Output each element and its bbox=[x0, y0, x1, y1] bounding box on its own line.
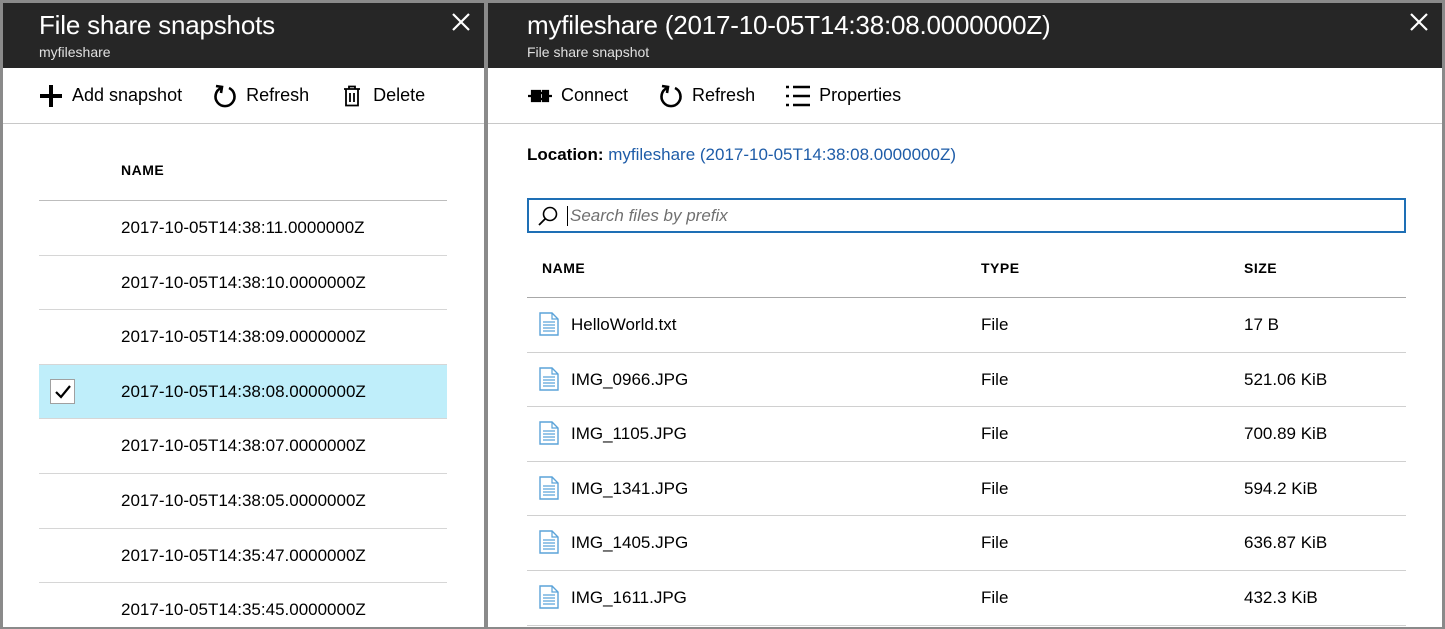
snapshot-name: 2017-10-05T14:38:11.0000000Z bbox=[121, 218, 365, 237]
checkmark-icon bbox=[55, 385, 71, 399]
table-row[interactable]: IMG_1611.JPG File 432.3 KiB bbox=[527, 571, 1406, 626]
plug-icon bbox=[527, 83, 553, 109]
blade-header: myfileshare (2017-10-05T14:38:08.0000000… bbox=[488, 3, 1442, 68]
file-type: File bbox=[981, 478, 1009, 498]
blade-title: myfileshare (2017-10-05T14:38:08.0000000… bbox=[527, 10, 1051, 40]
table-row[interactable]: IMG_1405.JPG File 636.87 KiB bbox=[527, 516, 1406, 571]
file-table: NAME TYPE SIZE HelloWorld.txt File 17 B IMG… bbox=[527, 235, 1406, 626]
properties-button[interactable]: Properties bbox=[785, 76, 901, 116]
snapshot-row[interactable]: 2017-10-05T14:38:05.0000000Z bbox=[39, 474, 447, 529]
refresh-label: Refresh bbox=[246, 85, 310, 105]
blade-header: File share snapshots myfileshare bbox=[3, 3, 484, 68]
file-name: IMG_1611.JPG bbox=[571, 587, 687, 607]
snapshot-name: 2017-10-05T14:35:47.0000000Z bbox=[121, 545, 366, 565]
file-type: File bbox=[981, 315, 1009, 334]
snapshot-row[interactable]: 2017-10-05T14:35:47.0000000Z bbox=[39, 529, 447, 584]
file-size: 17 B bbox=[1244, 315, 1279, 334]
snapshot-row[interactable]: 2017-10-05T14:38:11.0000000Z bbox=[39, 201, 447, 256]
file-type: File bbox=[981, 369, 1009, 389]
snapshot-list: NAME 2017-10-05T14:38:11.0000000Z 2017-10… bbox=[39, 125, 447, 627]
snapshot-detail-blade: myfileshare (2017-10-05T14:38:08.0000000… bbox=[488, 3, 1442, 627]
snapshot-name: 2017-10-05T14:38:09.0000000Z bbox=[121, 327, 366, 347]
snapshot-name: 2017-10-05T14:38:10.0000000Z bbox=[121, 272, 366, 292]
refresh-icon bbox=[212, 83, 238, 109]
table-header: NAME TYPE SIZE bbox=[527, 235, 1406, 298]
location: Location: myfileshare (2017-10-05T14:38:… bbox=[527, 145, 956, 165]
search-icon bbox=[537, 204, 561, 228]
file-size: 594.2 KiB bbox=[1244, 478, 1318, 498]
file-name: IMG_1105.JPG bbox=[571, 424, 687, 444]
snapshot-name: 2017-10-05T14:35:45.0000000Z bbox=[121, 600, 366, 620]
table-row[interactable]: HelloWorld.txt File 17 B bbox=[527, 298, 1406, 353]
table-row[interactable]: IMG_0966.JPG File 521.06 KiB bbox=[527, 353, 1406, 408]
add-snapshot-button[interactable]: Add snapshot bbox=[38, 76, 182, 116]
detail-toolbar: Connect Refresh Properties bbox=[488, 68, 1442, 124]
search-box bbox=[527, 198, 1406, 233]
file-name: IMG_0966.JPG bbox=[571, 369, 689, 389]
checkbox[interactable] bbox=[50, 378, 75, 404]
file-type: File bbox=[981, 424, 1009, 444]
close-icon[interactable] bbox=[1408, 11, 1430, 33]
file-icon bbox=[539, 530, 559, 555]
column-header-name: NAME bbox=[542, 260, 586, 276]
snapshot-row[interactable]: 2017-10-05T14:38:08.0000000Z bbox=[39, 364, 447, 420]
file-icon bbox=[539, 366, 559, 391]
refresh-icon bbox=[658, 83, 684, 109]
snapshot-name: 2017-10-05T14:38:05.0000000Z bbox=[121, 490, 366, 510]
table-row[interactable]: IMG_1341.JPG File 594.2 KiB bbox=[527, 462, 1406, 517]
close-icon[interactable] bbox=[450, 11, 472, 33]
connect-label: Connect bbox=[561, 85, 629, 105]
file-size: 521.06 KiB bbox=[1244, 369, 1328, 389]
file-name: IMG_1405.JPG bbox=[571, 533, 689, 553]
snapshot-name: 2017-10-05T14:38:07.0000000Z bbox=[121, 436, 366, 456]
file-type: File bbox=[981, 533, 1009, 553]
snapshots-toolbar: Add snapshot Refresh Delete bbox=[3, 68, 484, 124]
location-label: Location: bbox=[527, 145, 604, 164]
file-size: 700.89 KiB bbox=[1244, 424, 1328, 444]
file-icon bbox=[539, 312, 559, 336]
column-header-size: SIZE bbox=[1244, 260, 1278, 276]
column-header-type: TYPE bbox=[981, 260, 1020, 276]
delete-label: Delete bbox=[373, 85, 426, 105]
file-icon bbox=[539, 421, 559, 445]
snapshot-row[interactable]: 2017-10-05T14:38:10.0000000Z bbox=[39, 256, 447, 311]
properties-label: Properties bbox=[819, 85, 902, 105]
snapshots-blade: File share snapshots myfileshare Add sna… bbox=[3, 3, 484, 627]
list-icon bbox=[785, 83, 811, 109]
location-link[interactable]: myfileshare (2017-10-05T14:38:08.0000000… bbox=[608, 145, 956, 164]
trash-icon bbox=[339, 83, 365, 109]
file-name: HelloWorld.txt bbox=[571, 315, 677, 334]
snapshot-name: 2017-10-05T14:38:08.0000000Z bbox=[121, 381, 366, 401]
blade-subtitle: File share snapshot bbox=[527, 44, 650, 60]
add-snapshot-label: Add snapshot bbox=[72, 85, 183, 105]
refresh-button[interactable]: Refresh bbox=[212, 76, 309, 116]
refresh-label: Refresh bbox=[692, 85, 756, 105]
connect-button[interactable]: Connect bbox=[527, 76, 628, 116]
file-icon bbox=[539, 476, 559, 500]
refresh-button[interactable]: Refresh bbox=[658, 76, 755, 116]
snapshot-row[interactable]: 2017-10-05T14:38:09.0000000Z bbox=[39, 310, 447, 365]
file-icon bbox=[539, 585, 559, 609]
blade-subtitle: myfileshare bbox=[39, 44, 111, 60]
blade-title: File share snapshots bbox=[39, 10, 275, 40]
column-header-label: NAME bbox=[121, 162, 165, 178]
file-name: IMG_1341.JPG bbox=[571, 478, 689, 498]
delete-button[interactable]: Delete bbox=[339, 76, 425, 116]
table-row[interactable]: IMG_1105.JPG File 700.89 KiB bbox=[527, 407, 1406, 462]
plus-icon bbox=[38, 83, 64, 109]
snapshot-row[interactable]: 2017-10-05T14:35:45.0000000Z bbox=[39, 583, 447, 627]
file-type: File bbox=[981, 587, 1009, 607]
column-header-name: NAME bbox=[39, 125, 447, 201]
file-size: 432.3 KiB bbox=[1244, 587, 1318, 607]
snapshot-row[interactable]: 2017-10-05T14:38:07.0000000Z bbox=[39, 419, 447, 474]
search-input[interactable] bbox=[567, 205, 1387, 226]
file-size: 636.87 KiB bbox=[1244, 533, 1328, 553]
